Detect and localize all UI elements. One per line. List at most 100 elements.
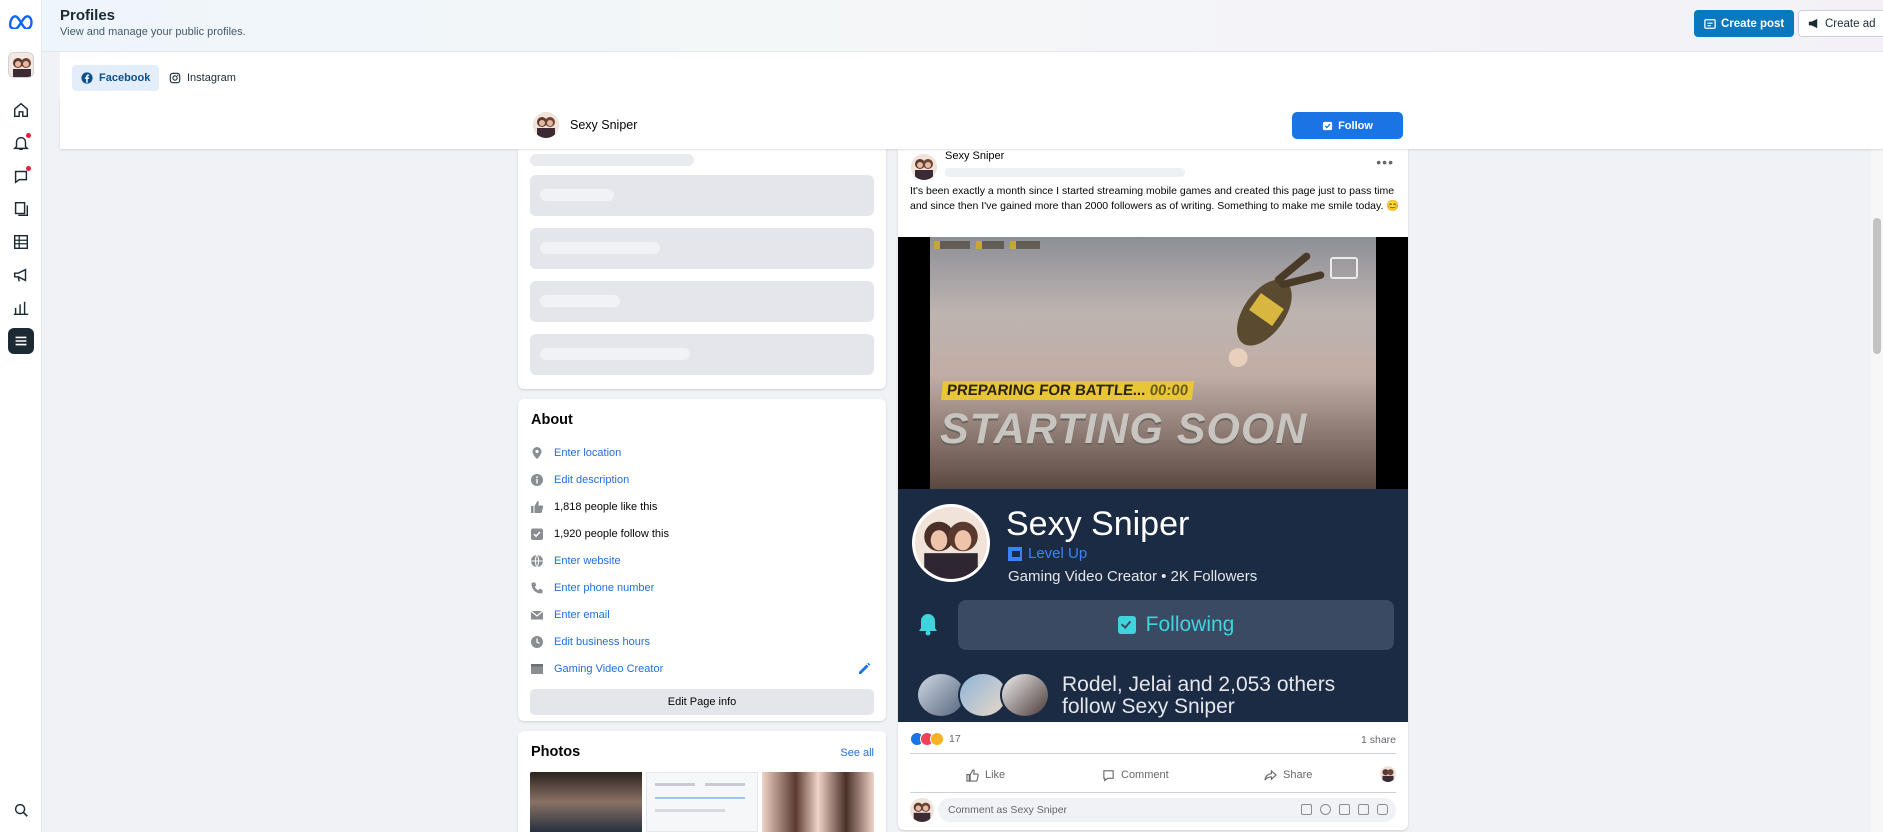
page-subtitle: View and manage your public profiles. [60,26,246,38]
follow-button[interactable]: Follow [1292,112,1403,139]
email-link[interactable]: Enter email [554,609,610,621]
ads-icon[interactable] [8,262,34,288]
hours-link[interactable]: Edit business hours [554,636,650,648]
menu-icon[interactable] [8,328,34,354]
comment-icon [1103,769,1114,782]
banner-following-button: Following [958,600,1394,650]
profile-bar: Sexy Sniper Follow [60,100,1883,149]
profile-avatar[interactable] [533,112,559,138]
category-link[interactable]: Gaming Video Creator [554,663,663,675]
likes-count: 1,818 people like this [554,501,658,513]
level-up-icon [1008,546,1022,561]
about-follows-row: 1,920 people follow this [530,525,669,543]
location-pin-icon [532,447,542,459]
like-button[interactable]: Like [966,761,1005,789]
photos-card: Photos See all [518,731,886,832]
description-link[interactable]: Edit description [554,474,629,486]
like-label: Like [985,769,1006,781]
about-description-row[interactable]: Edit description [530,471,629,489]
profile-preview: Sexy Sniper Follow About Enter location … [60,100,1883,832]
page-scrollbar[interactable] [1871,100,1883,832]
phone-icon [531,582,543,594]
post-media[interactable]: PREPARING FOR BATTLE... 00:00 STARTING S… [898,237,1408,722]
content-icon[interactable] [8,196,34,222]
avatar-sticker-icon[interactable] [1377,804,1388,815]
envelope-icon [530,610,544,620]
about-card: About Enter location Edit description 1,… [518,399,886,721]
follower-avatar [1000,672,1050,718]
video-frame[interactable]: PREPARING FOR BATTLE... 00:00 STARTING S… [930,237,1376,489]
tab-facebook-label: Facebook [99,72,151,84]
edit-pencil-icon[interactable] [856,661,872,677]
follow-icon [1322,121,1333,131]
notifications-icon[interactable] [8,130,34,156]
reactions-summary[interactable]: 17 [910,732,961,746]
location-link[interactable]: Enter location [554,447,621,459]
skeleton-line [530,154,694,166]
banner-meta: Gaming Video Creator • 2K Followers [1008,568,1258,585]
megaphone-icon [1808,18,1818,30]
create-post-button[interactable]: Create post [1694,10,1795,37]
banner-followers-line2: follow Sexy Sniper [1062,695,1235,718]
phone-link[interactable]: Enter phone number [554,582,654,594]
share-button[interactable]: Share [1264,761,1312,789]
create-post-label: Create post [1721,17,1785,30]
info-icon [531,474,543,486]
about-title: About [531,412,573,428]
about-category-row[interactable]: Gaming Video Creator [530,660,663,678]
home-icon[interactable] [8,97,34,123]
thumbs-up-icon [531,501,544,513]
edit-page-info-button[interactable]: Edit Page info [530,689,874,715]
sticker-icon[interactable] [1301,804,1312,815]
insights-icon[interactable] [8,295,34,321]
skeleton-row [530,228,874,269]
comment-button[interactable]: Comment [1102,761,1169,789]
more-options-icon[interactable]: ••• [1376,155,1394,169]
facebook-icon [81,72,93,84]
video-preparing-text: PREPARING FOR BATTLE... [946,382,1147,399]
create-ad-button[interactable]: Create ad [1798,10,1883,37]
follows-count: 1,920 people follow this [554,528,669,540]
instagram-icon [169,72,181,84]
post-author-avatar[interactable] [911,154,937,180]
comment-input[interactable]: Comment as Sexy Sniper [938,798,1396,822]
globe-icon [531,554,543,568]
scrollbar-thumb[interactable] [1873,218,1881,354]
banner-avatar [912,504,990,582]
photo-thumbnail[interactable] [762,772,874,832]
loading-card [518,140,886,389]
account-avatar[interactable] [8,52,34,78]
see-all-photos-link[interactable]: See all [840,747,874,759]
skeleton-row [530,281,874,322]
banner-page-name: Sexy Sniper [1006,505,1190,543]
planner-icon[interactable] [8,229,34,255]
about-hours-row[interactable]: Edit business hours [530,633,650,651]
search-icon[interactable] [8,797,34,823]
skeleton-row [530,334,874,375]
create-ad-label: Create ad [1825,17,1876,30]
video-banner-preparing: PREPARING FOR BATTLE... 00:00 [941,381,1195,400]
reaction-as-avatar[interactable] [1380,766,1396,782]
tab-instagram[interactable]: Instagram [160,65,245,91]
video-starting-soon-text: STARTING SOON [940,405,1308,453]
photo-thumbnail[interactable] [530,772,642,832]
about-location-row[interactable]: Enter location [530,444,621,462]
photo-thumbnail[interactable] [646,772,758,832]
website-link[interactable]: Enter website [554,555,621,567]
gif-icon[interactable] [1358,804,1369,815]
skydiver-illustration [1228,252,1325,367]
share-count[interactable]: 1 share [1361,734,1396,746]
comment-tools [1301,804,1388,815]
about-phone-row[interactable]: Enter phone number [530,579,654,597]
post-author-name[interactable]: Sexy Sniper [945,150,1004,162]
meta-logo-icon[interactable] [6,8,36,34]
about-email-row[interactable]: Enter email [530,606,610,624]
video-preparing-timer: 00:00 [1148,382,1190,399]
cast-icon[interactable] [1330,257,1358,279]
emoji-icon[interactable] [1320,804,1331,815]
camera-icon[interactable] [1339,804,1350,815]
messages-icon[interactable] [8,163,34,189]
about-website-row[interactable]: Enter website [530,552,621,570]
tab-facebook[interactable]: Facebook [72,65,160,91]
notification-dot [26,133,31,138]
